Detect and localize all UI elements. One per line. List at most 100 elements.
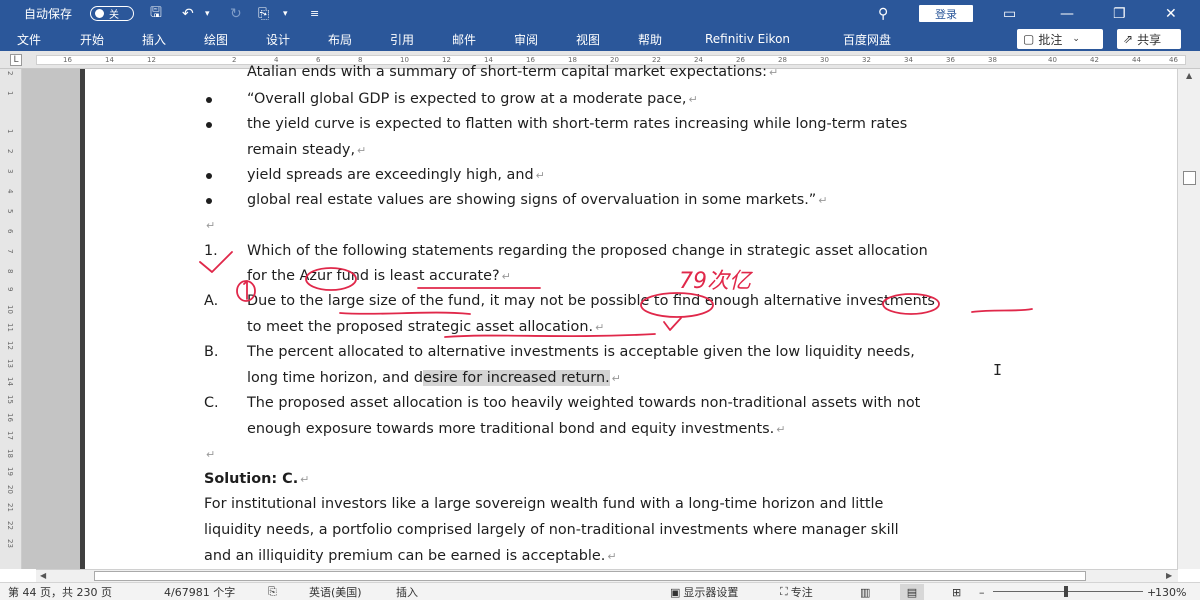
option-text: long time horizon, and d <box>247 370 423 386</box>
paragraph-mark: ↵ <box>776 423 786 436</box>
tab-file[interactable]: 文件 <box>17 27 41 51</box>
paragraph-mark: ↵ <box>595 321 605 334</box>
vertical-scrollbar[interactable]: ▲ <box>1177 69 1200 569</box>
tab-baidu-netdisk[interactable]: 百度网盘 <box>843 27 891 51</box>
bullet-icon <box>206 198 212 204</box>
toggle-knob-icon <box>95 9 104 18</box>
option-a-text[interactable]: Due to the large size of the fund, it ma… <box>247 293 935 309</box>
option-c-text[interactable]: enough exposure towards more traditional… <box>247 421 785 437</box>
ruler-tick: 38 <box>988 56 997 64</box>
vruler-tick: 1 <box>6 129 14 134</box>
comments-button[interactable]: ▢ 批注 ⌄ <box>1017 29 1103 49</box>
bullet-item[interactable]: global real estate values are showing si… <box>247 192 827 208</box>
paragraph-mark: ↵ <box>501 270 511 283</box>
maximize-icon[interactable]: ❐ <box>1113 0 1126 27</box>
bullet-item[interactable]: “Overall global GDP is expected to grow … <box>247 91 698 107</box>
format-painter-icon[interactable]: ⎘ <box>258 0 269 27</box>
scroll-right-icon[interactable]: ▶ <box>1166 571 1172 580</box>
vruler-tick: 21 <box>6 503 14 512</box>
status-bar: 第 44 页，共 230 页 4/67981 个字 ⎘ 英语(美国) 插入 ▣ 显… <box>0 582 1200 600</box>
close-icon[interactable]: ✕ <box>1165 0 1177 27</box>
solution-line[interactable]: and an illiquidity premium can be earned… <box>204 548 617 564</box>
proofing-icon[interactable]: ⎘ <box>268 584 277 600</box>
bullet-item[interactable]: yield spreads are exceedingly high, and ↵ <box>247 167 545 183</box>
horizontal-scrollbar[interactable]: ◀ ▶ <box>36 569 1178 582</box>
option-b-text[interactable]: long time horizon, and desire for increa… <box>247 370 621 386</box>
undo-dropdown-icon[interactable]: ▾ <box>205 0 210 27</box>
share-label: 共享 <box>1137 32 1162 47</box>
doc-line-intro[interactable]: Atalian ends with a summary of short-ter… <box>247 64 778 80</box>
scroll-left-icon[interactable]: ◀ <box>40 571 46 580</box>
selected-text[interactable]: esire for increased return. <box>422 370 610 386</box>
option-b-text[interactable]: The percent allocated to alternative inv… <box>247 344 915 360</box>
tab-references[interactable]: 引用 <box>390 27 414 51</box>
login-button[interactable]: 登录 <box>919 5 973 22</box>
solution-line[interactable]: For institutional investors like a large… <box>204 496 883 512</box>
horizontal-scroll-thumb[interactable] <box>94 571 1086 581</box>
paragraph-mark: ↵ <box>300 473 310 486</box>
insert-mode[interactable]: 插入 <box>396 584 418 600</box>
minimize-icon[interactable]: — <box>1060 0 1074 27</box>
autosave-toggle[interactable]: 关 <box>90 6 134 21</box>
vertical-ruler[interactable]: 2 1 1 2 3 4 5 6 7 8 9 10 11 12 13 14 15 … <box>0 69 22 569</box>
document-page[interactable] <box>80 69 1177 569</box>
tab-help[interactable]: 帮助 <box>638 27 662 51</box>
vruler-tick: 9 <box>6 287 14 292</box>
word-count[interactable]: 4/67981 个字 <box>164 584 235 600</box>
zoom-out-icon[interactable]: – <box>979 584 985 600</box>
tab-mailings[interactable]: 邮件 <box>452 27 476 51</box>
intro-text: Atalian ends with a summary of short-ter… <box>247 64 768 80</box>
tab-insert[interactable]: 插入 <box>142 27 166 51</box>
option-c-text[interactable]: The proposed asset allocation is too hea… <box>247 395 920 411</box>
search-icon[interactable]: ⚲ <box>878 0 888 27</box>
ruler-tick: 34 <box>904 56 913 64</box>
solution-line[interactable]: liquidity needs, a portfolio comprised l… <box>204 522 899 538</box>
question-line[interactable]: Which of the following statements regard… <box>247 243 928 259</box>
zoom-slider[interactable] <box>993 591 1143 592</box>
read-mode-icon[interactable]: ▥ <box>860 584 870 600</box>
save-icon[interactable]: 🖫 <box>150 0 162 27</box>
redo-icon[interactable]: ↻ <box>230 0 242 27</box>
ruler-tick: 44 <box>1132 56 1141 64</box>
display-settings-button[interactable]: ▣ 显示器设置 <box>670 584 738 600</box>
tab-refinitiv-eikon[interactable]: Refinitiv Eikon <box>705 27 790 51</box>
empty-paragraph[interactable]: ↵ <box>204 217 215 233</box>
solution-heading[interactable]: Solution: C. ↵ <box>204 471 309 487</box>
ruler-tick: 32 <box>862 56 871 64</box>
tab-review[interactable]: 审阅 <box>514 27 538 51</box>
autosave-state: 关 <box>109 10 119 21</box>
page-count[interactable]: 第 44 页，共 230 页 <box>8 584 112 600</box>
text-cursor-icon: I <box>993 361 1003 379</box>
vruler-tick: 6 <box>6 229 14 234</box>
empty-paragraph[interactable]: ↵ <box>204 446 215 462</box>
tab-draw[interactable]: 绘图 <box>204 27 228 51</box>
print-layout-icon[interactable]: ▤ <box>900 584 924 600</box>
tab-layout[interactable]: 布局 <box>328 27 352 51</box>
vruler-tick: 13 <box>6 359 14 368</box>
display-settings-icon: ▣ <box>670 585 681 599</box>
vertical-scroll-thumb[interactable] <box>1183 171 1196 185</box>
bullet-item[interactable]: the yield curve is expected to flatten w… <box>247 116 907 132</box>
language-indicator[interactable]: 英语(美国) <box>309 584 362 600</box>
web-layout-icon[interactable]: ⊞ <box>952 584 961 600</box>
scroll-up-icon[interactable]: ▲ <box>1186 71 1192 80</box>
zoom-slider-handle[interactable] <box>1064 586 1068 597</box>
undo-icon[interactable]: ↶ <box>182 0 194 27</box>
customize-toolbar-icon[interactable]: ≡ <box>310 0 319 27</box>
zoom-level[interactable]: 130% <box>1155 584 1186 600</box>
focus-button[interactable]: ⛶ 专注 <box>780 584 813 600</box>
format-dropdown-icon[interactable]: ▾ <box>283 0 288 27</box>
focus-label: 专注 <box>790 586 813 599</box>
tab-home[interactable]: 开始 <box>80 27 104 51</box>
share-button[interactable]: ⇗ 共享 <box>1117 29 1181 49</box>
option-a-text[interactable]: to meet the proposed strategic asset all… <box>247 319 604 335</box>
vruler-tick: 20 <box>6 485 14 494</box>
vruler-tick: 3 <box>6 169 14 174</box>
bullet-item-continued[interactable]: remain steady, ↵ <box>247 142 366 158</box>
option-text: to meet the proposed strategic asset all… <box>247 319 594 335</box>
question-line[interactable]: for the Azur fund is least accurate? ↵ <box>247 268 511 284</box>
tab-stop-selector[interactable]: L <box>10 54 22 66</box>
ribbon-display-icon[interactable]: ▭ <box>1003 0 1016 27</box>
tab-view[interactable]: 视图 <box>576 27 600 51</box>
tab-design[interactable]: 设计 <box>266 27 290 51</box>
